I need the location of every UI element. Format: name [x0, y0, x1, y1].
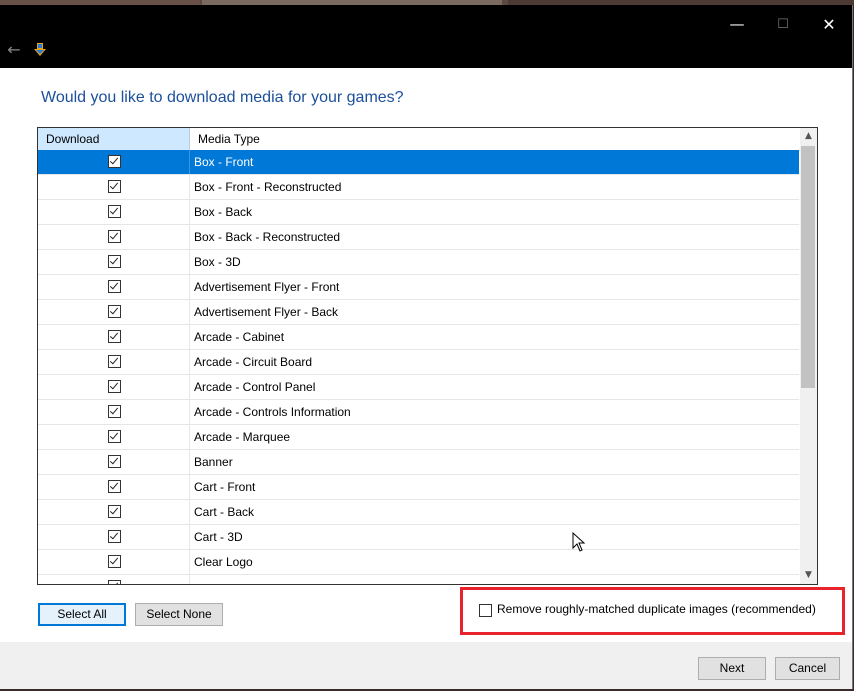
download-cell [38, 450, 190, 474]
media-type-label: Clear Logo [194, 555, 253, 569]
table-row[interactable]: Box - 3D [38, 250, 799, 275]
download-cell [38, 575, 190, 584]
download-cell [38, 250, 190, 274]
download-checkbox[interactable] [108, 580, 121, 584]
download-checkbox[interactable] [108, 530, 121, 543]
download-cell [38, 350, 190, 374]
download-cell [38, 425, 190, 449]
download-cell [38, 475, 190, 499]
table-row[interactable]: Banner [38, 450, 799, 475]
table-row[interactable]: Arcade - Controls Information [38, 400, 799, 425]
cancel-button[interactable]: Cancel [775, 657, 840, 680]
download-cell [38, 225, 190, 249]
minimize-button[interactable]: — [723, 10, 751, 38]
table-row[interactable]: Arcade - Cabinet [38, 325, 799, 350]
download-checkbox[interactable] [108, 555, 121, 568]
media-type-grid: Download Media Type Box - Front Box - Fro… [37, 127, 818, 585]
download-checkbox[interactable] [108, 430, 121, 443]
maximize-button[interactable]: ☐ [769, 10, 797, 38]
media-type-label: Advertisement Flyer - Back [194, 305, 339, 319]
wizard-window: — ☐ ✕ ← Would you like to download media… [0, 5, 853, 689]
media-type-label: Arcade - Control Panel [194, 380, 316, 394]
page-title: Would you like to download media for you… [41, 89, 404, 106]
table-row[interactable]: Box - Back [38, 200, 799, 225]
grid-rows: Box - Front Box - Front - Reconstructed Bo… [38, 150, 800, 584]
media-type-label: Box - Front - Reconstructed [194, 180, 342, 194]
mouse-cursor-icon [572, 532, 586, 552]
media-type-label: Arcade - Marquee [194, 430, 291, 444]
back-arrow-icon[interactable]: ← [5, 41, 23, 59]
table-row[interactable]: Arcade - Control Panel [38, 375, 799, 400]
table-row[interactable]: Advertisement Flyer - Front [38, 275, 799, 300]
scroll-up-icon[interactable]: ▲ [800, 128, 817, 145]
download-cell [38, 300, 190, 324]
download-checkbox[interactable] [108, 180, 121, 193]
select-all-button[interactable]: Select All [38, 603, 126, 626]
download-cell [38, 175, 190, 199]
media-type-label: Banner [194, 455, 233, 469]
media-type-label: Arcade - Controls Information [194, 405, 351, 419]
download-cell [38, 275, 190, 299]
download-checkbox[interactable] [108, 455, 121, 468]
download-checkbox[interactable] [108, 405, 121, 418]
next-button[interactable]: Next [698, 657, 766, 680]
column-header-download[interactable]: Download [38, 128, 190, 150]
scroll-down-icon[interactable]: ▼ [800, 567, 817, 584]
download-checkbox[interactable] [108, 355, 121, 368]
download-cell [38, 200, 190, 224]
download-cell [38, 325, 190, 349]
media-type-label: Cart - 3D [194, 530, 243, 544]
media-type-label: Cart - Back [194, 505, 255, 519]
remove-duplicates-label[interactable]: Remove roughly-matched duplicate images … [497, 602, 816, 617]
vertical-scrollbar[interactable]: ▲ ▼ [800, 128, 817, 584]
title-bar: — ☐ ✕ ← [0, 5, 852, 68]
download-cell [38, 525, 190, 549]
table-row[interactable]: Box - Front - Reconstructed [38, 175, 799, 200]
media-type-label: Box - Back [194, 205, 253, 219]
table-row[interactable]: Cart - 3D [38, 525, 799, 550]
download-checkbox[interactable] [108, 230, 121, 243]
grid-header: Download Media Type [38, 128, 800, 151]
media-type-label: Box - Back - Reconstructed [194, 230, 341, 244]
remove-duplicates-checkbox[interactable] [479, 604, 492, 617]
download-checkbox[interactable] [108, 155, 121, 168]
download-cell [38, 500, 190, 524]
download-checkbox[interactable] [108, 305, 121, 318]
media-type-label: Arcade - Circuit Board [194, 355, 313, 369]
download-cell [38, 375, 190, 399]
download-cell [38, 550, 190, 574]
column-header-media-type[interactable]: Media Type [190, 128, 800, 150]
table-row[interactable]: Clear Logo [38, 550, 799, 575]
app-download-icon [34, 43, 46, 56]
media-type-label: Advertisement Flyer - Front [194, 280, 340, 294]
table-row[interactable]: Advertisement Flyer - Back [38, 300, 799, 325]
media-type-label: Box - 3D [194, 255, 241, 269]
table-row[interactable] [38, 575, 799, 584]
download-checkbox[interactable] [108, 280, 121, 293]
table-row[interactable]: Arcade - Circuit Board [38, 350, 799, 375]
download-checkbox[interactable] [108, 505, 121, 518]
download-checkbox[interactable] [108, 480, 121, 493]
download-checkbox[interactable] [108, 380, 121, 393]
select-none-button[interactable]: Select None [135, 603, 223, 626]
media-type-label: Box - Front [194, 155, 254, 169]
download-checkbox[interactable] [108, 330, 121, 343]
scroll-thumb[interactable] [801, 146, 815, 388]
media-type-label: Cart - Front [194, 480, 256, 494]
download-cell [38, 400, 190, 424]
table-row[interactable]: Cart - Back [38, 500, 799, 525]
close-button[interactable]: ✕ [815, 10, 843, 38]
table-row[interactable]: Box - Front [38, 150, 799, 175]
download-cell [38, 150, 190, 174]
table-row[interactable]: Arcade - Marquee [38, 425, 799, 450]
table-row[interactable]: Box - Back - Reconstructed [38, 225, 799, 250]
download-checkbox[interactable] [108, 205, 121, 218]
download-checkbox[interactable] [108, 255, 121, 268]
table-row[interactable]: Cart - Front [38, 475, 799, 500]
media-type-label: Arcade - Cabinet [194, 330, 285, 344]
